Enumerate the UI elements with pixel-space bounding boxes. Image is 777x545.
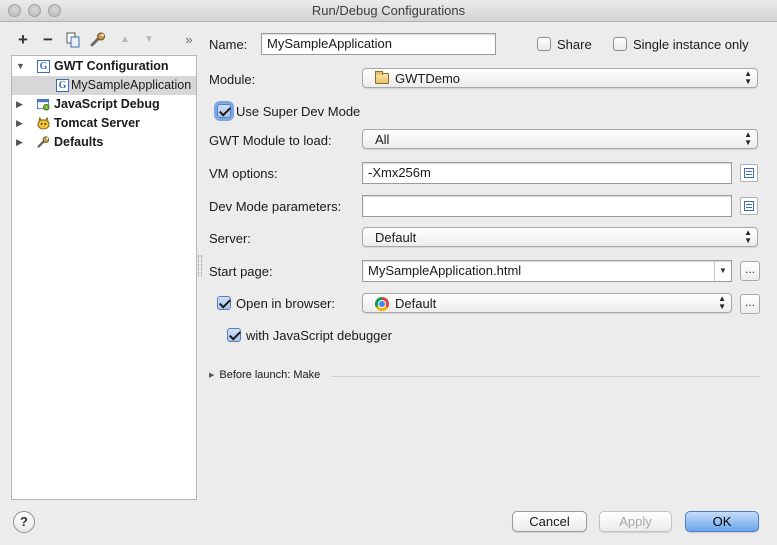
before-launch-section[interactable]: ▶ Before launch: Make bbox=[209, 369, 320, 381]
folder-icon bbox=[375, 71, 389, 84]
ok-button[interactable]: OK bbox=[685, 511, 759, 532]
config-toolbar: + − ▲ ▼ » bbox=[12, 30, 198, 52]
copy-configuration-button[interactable] bbox=[64, 30, 82, 50]
before-launch-label: Before launch: Make bbox=[219, 369, 321, 381]
expand-dev-mode-parameters-button[interactable] bbox=[740, 197, 758, 215]
share-checkbox[interactable] bbox=[537, 37, 551, 51]
wrench-icon bbox=[37, 136, 50, 148]
tree-item-label: GWT Configuration bbox=[54, 59, 169, 73]
tree-item-label: JavaScript Debug bbox=[54, 97, 160, 111]
tree-item-javascript-debug[interactable]: ▶ JavaScript Debug bbox=[12, 95, 196, 114]
module-label: Module: bbox=[209, 72, 256, 87]
collapsed-arrow-icon[interactable]: ▶ bbox=[16, 95, 23, 114]
gwt-icon: G bbox=[56, 79, 69, 92]
gwt-module-value: All bbox=[375, 132, 390, 147]
wrench-icon bbox=[90, 32, 105, 47]
tree-item-mysampleapplication[interactable]: G MySampleApplication bbox=[12, 76, 196, 95]
start-page-label: Start page: bbox=[209, 264, 273, 279]
super-dev-mode-label: Use Super Dev Mode bbox=[236, 104, 361, 119]
javascript-debug-icon bbox=[37, 98, 50, 111]
move-up-button[interactable]: ▲ bbox=[116, 30, 134, 50]
module-select[interactable]: GWTDemo ▲ ▼ bbox=[362, 68, 758, 88]
help-button[interactable]: ? bbox=[13, 511, 35, 533]
collapsed-arrow-icon[interactable]: ▶ bbox=[16, 114, 23, 133]
splitter-handle[interactable] bbox=[198, 255, 202, 277]
collapsed-arrow-icon[interactable]: ▶ bbox=[209, 372, 214, 379]
gwt-module-select[interactable]: All ▲ ▼ bbox=[362, 129, 758, 149]
tree-item-label: Defaults bbox=[54, 135, 104, 149]
more-actions-button[interactable]: » bbox=[180, 30, 198, 50]
browser-select[interactable]: Default ▲ ▼ bbox=[362, 293, 732, 313]
dev-mode-parameters-label: Dev Mode parameters: bbox=[209, 199, 342, 214]
gwt-icon: G bbox=[37, 60, 50, 73]
vm-options-label: VM options: bbox=[209, 166, 278, 181]
updown-arrows-icon: ▲ ▼ bbox=[744, 228, 752, 245]
separator bbox=[331, 376, 760, 377]
start-page-value: MySampleApplication.html bbox=[368, 263, 522, 278]
move-down-button[interactable]: ▼ bbox=[140, 30, 158, 50]
window-title: Run/Debug Configurations bbox=[311, 3, 466, 18]
super-dev-mode-checkbox[interactable] bbox=[217, 104, 231, 118]
expand-vm-options-button[interactable] bbox=[740, 164, 758, 182]
tree-item-tomcat-server[interactable]: ▶ Tomcat Server bbox=[12, 114, 196, 133]
text-editor-icon bbox=[744, 168, 754, 178]
title-bar: Run/Debug Configurations bbox=[0, 0, 777, 22]
chrome-icon bbox=[375, 297, 389, 311]
browser-settings-button[interactable]: ... bbox=[740, 294, 760, 314]
tree-item-label: MySampleApplication bbox=[71, 78, 192, 92]
browser-value: Default bbox=[395, 296, 437, 311]
text-editor-icon bbox=[744, 201, 754, 211]
collapsed-arrow-icon[interactable]: ▶ bbox=[16, 133, 23, 152]
name-label: Name: bbox=[209, 37, 248, 52]
javascript-debugger-checkbox[interactable] bbox=[227, 328, 241, 342]
javascript-debugger-label: with JavaScript debugger bbox=[246, 328, 392, 343]
updown-arrows-icon: ▲ ▼ bbox=[744, 69, 752, 86]
dropdown-arrow-icon[interactable]: ▼ bbox=[714, 261, 731, 281]
vm-options-input[interactable]: -Xmx256m bbox=[362, 162, 732, 184]
open-in-browser-label: Open in browser: bbox=[236, 296, 335, 311]
tree-item-defaults[interactable]: ▶ Defaults bbox=[12, 133, 196, 152]
tomcat-icon bbox=[37, 117, 50, 130]
single-instance-label: Single instance only bbox=[633, 37, 749, 52]
updown-arrows-icon: ▲ ▼ bbox=[744, 130, 752, 147]
add-configuration-button[interactable]: + bbox=[14, 30, 32, 50]
module-value: GWTDemo bbox=[395, 71, 460, 86]
server-label: Server: bbox=[209, 231, 251, 246]
tree-item-gwt-configuration[interactable]: ▼ G GWT Configuration bbox=[12, 57, 196, 76]
server-select[interactable]: Default ▲ ▼ bbox=[362, 227, 758, 247]
open-in-browser-checkbox[interactable] bbox=[217, 296, 231, 310]
copy-icon bbox=[66, 32, 80, 48]
start-page-combo[interactable]: MySampleApplication.html ▼ bbox=[362, 260, 732, 282]
gwt-module-label: GWT Module to load: bbox=[209, 133, 332, 148]
apply-button[interactable]: Apply bbox=[599, 511, 672, 532]
cancel-button[interactable]: Cancel bbox=[512, 511, 587, 532]
edit-defaults-button[interactable] bbox=[89, 30, 107, 50]
dev-mode-parameters-input[interactable] bbox=[362, 195, 732, 217]
name-input[interactable]: MySampleApplication bbox=[261, 33, 496, 55]
updown-arrows-icon: ▲ ▼ bbox=[718, 294, 726, 311]
share-label: Share bbox=[557, 37, 592, 52]
configurations-tree[interactable]: ▼ G GWT Configuration G MySampleApplicat… bbox=[11, 55, 197, 500]
expanded-arrow-icon[interactable]: ▼ bbox=[16, 57, 25, 76]
tree-item-label: Tomcat Server bbox=[54, 116, 140, 130]
single-instance-checkbox[interactable] bbox=[613, 37, 627, 51]
server-value: Default bbox=[375, 230, 417, 245]
remove-configuration-button[interactable]: − bbox=[39, 30, 57, 50]
browse-start-page-button[interactable]: ... bbox=[740, 261, 760, 281]
